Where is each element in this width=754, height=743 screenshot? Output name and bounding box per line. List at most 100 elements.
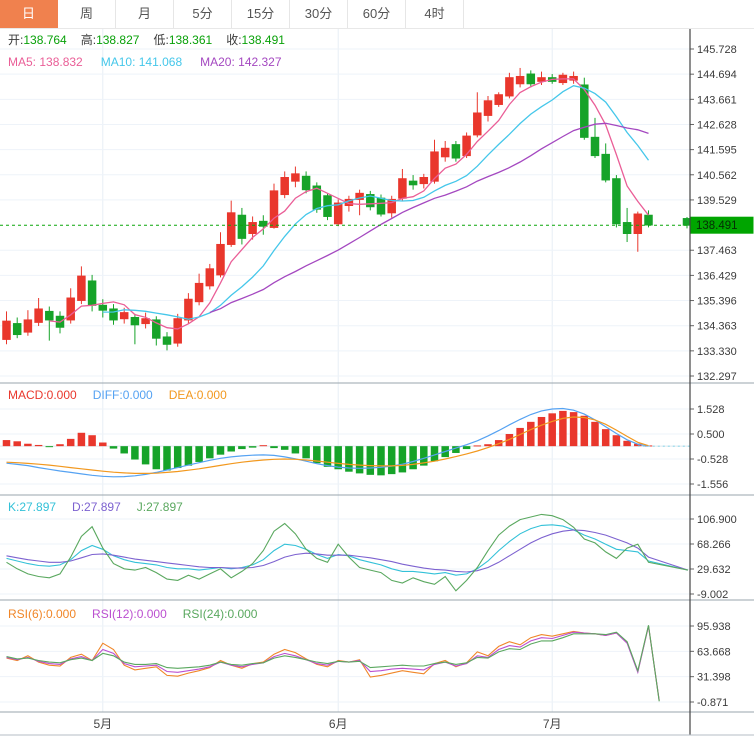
macd-hist-bar xyxy=(484,444,492,446)
macd-hist-bar xyxy=(548,413,556,446)
chart-canvas[interactable]: 145.728144.694143.661142.628141.595140.5… xyxy=(0,29,754,743)
indicator-line xyxy=(103,86,649,320)
candle[interactable] xyxy=(613,179,621,224)
tab-timeframe-5[interactable]: 30分 xyxy=(290,0,348,28)
candle[interactable] xyxy=(206,269,214,286)
axis-label: 137.463 xyxy=(697,245,737,257)
axis-label: 143.661 xyxy=(697,94,737,106)
tab-timeframe-2[interactable]: 月 xyxy=(116,0,174,28)
macd-hist-bar xyxy=(24,444,32,446)
candle[interactable] xyxy=(249,223,257,234)
candle[interactable] xyxy=(463,136,471,155)
macd-hist-bar xyxy=(463,446,471,449)
candle[interactable] xyxy=(506,78,514,96)
axis-label: 63.668 xyxy=(697,646,731,658)
macd-hist-bar xyxy=(388,446,396,474)
candle[interactable] xyxy=(163,337,171,344)
kdj-legend: K:27.897D:27.897J:27.897 xyxy=(8,500,183,514)
candle[interactable] xyxy=(110,309,118,320)
candle[interactable] xyxy=(238,215,246,238)
ma-legend: MA5: 138.832MA10: 141.068MA20: 142.327 xyxy=(8,55,282,69)
candle[interactable] xyxy=(474,113,482,135)
tab-timeframe-0[interactable]: 日 xyxy=(0,0,58,28)
tab-timeframe-1[interactable]: 周 xyxy=(58,0,116,28)
macd-hist-bar xyxy=(35,445,43,446)
month-label: 6月 xyxy=(329,717,348,731)
rsi-legend: RSI(6):0.000RSI(12):0.000RSI(24):0.000 xyxy=(8,607,258,621)
macd-hist-bar xyxy=(356,446,364,473)
candle[interactable] xyxy=(634,214,642,233)
axis-label: 139.529 xyxy=(697,195,737,207)
candle[interactable] xyxy=(516,76,524,83)
candle[interactable] xyxy=(409,181,417,185)
candle[interactable] xyxy=(527,74,535,84)
candle[interactable] xyxy=(13,324,21,335)
macd-hist-bar xyxy=(67,439,75,446)
axis-label: 144.694 xyxy=(697,69,737,81)
candle[interactable] xyxy=(270,191,278,228)
candle[interactable] xyxy=(377,198,385,214)
axis-label: 136.429 xyxy=(697,270,737,282)
macd-hist-bar xyxy=(153,446,161,469)
macd-hist-bar xyxy=(399,446,407,472)
candle[interactable] xyxy=(46,311,54,320)
candle[interactable] xyxy=(217,244,225,274)
candle[interactable] xyxy=(78,276,86,300)
tab-timeframe-4[interactable]: 15分 xyxy=(232,0,290,28)
macd-hist-bar xyxy=(581,416,589,446)
tab-timeframe-3[interactable]: 5分 xyxy=(174,0,232,28)
candle[interactable] xyxy=(227,213,235,245)
candle[interactable] xyxy=(99,305,107,310)
candle[interactable] xyxy=(174,319,182,343)
ohlc-legend: 开:138.764高:138.827低:138.361收:138.491 xyxy=(8,32,285,47)
candle[interactable] xyxy=(35,309,43,322)
tab-timeframe-6[interactable]: 60分 xyxy=(348,0,406,28)
macd-hist-bar xyxy=(249,446,257,447)
macd-hist-bar xyxy=(516,428,524,446)
candle[interactable] xyxy=(623,223,631,234)
candle[interactable] xyxy=(195,283,203,301)
candle[interactable] xyxy=(645,215,653,225)
macd-hist-bar xyxy=(110,446,118,448)
candle[interactable] xyxy=(441,148,449,157)
axis-label: 141.595 xyxy=(697,145,737,157)
candle[interactable] xyxy=(602,154,610,180)
trading-chart-app: 日周月5分15分30分60分4时 145.728 144.694 143.661 14… xyxy=(0,0,754,743)
axis-label: 145.728 xyxy=(697,44,737,56)
macd-hist-bar xyxy=(377,446,385,475)
axis-label: 29.632 xyxy=(697,564,731,576)
candle[interactable] xyxy=(591,137,599,155)
axis-label: 134.363 xyxy=(697,321,737,333)
axis-label: 0.500 xyxy=(697,429,725,441)
macd-hist-bar xyxy=(238,446,246,449)
macd-hist-bar xyxy=(174,446,182,468)
macd-hist-bar xyxy=(195,446,203,462)
axis-label: 133.330 xyxy=(697,346,737,358)
candle[interactable] xyxy=(88,281,96,305)
macd-hist-bar xyxy=(88,435,96,446)
candle[interactable] xyxy=(452,145,460,158)
candle[interactable] xyxy=(131,317,139,324)
axis-label: 142.628 xyxy=(697,119,737,131)
macd-hist-bar xyxy=(260,445,268,446)
month-label: 7月 xyxy=(543,717,562,731)
candle[interactable] xyxy=(185,299,193,320)
macd-hist-bar xyxy=(474,445,482,446)
axis-label: -0.871 xyxy=(697,697,728,709)
candle[interactable] xyxy=(334,203,342,224)
candle[interactable] xyxy=(484,101,492,116)
candle[interactable] xyxy=(281,178,289,195)
candle[interactable] xyxy=(399,179,407,198)
candle[interactable] xyxy=(3,321,11,339)
candle[interactable] xyxy=(142,319,150,324)
candle[interactable] xyxy=(495,95,503,105)
macd-hist-bar xyxy=(591,422,599,446)
candle[interactable] xyxy=(420,178,428,184)
candle[interactable] xyxy=(302,176,310,189)
macd-hist-bar xyxy=(163,446,171,470)
tab-timeframe-7[interactable]: 4时 xyxy=(406,0,464,28)
candle[interactable] xyxy=(120,313,128,319)
candle[interactable] xyxy=(24,320,32,332)
candle[interactable] xyxy=(292,174,300,181)
axis-label: 95.938 xyxy=(697,621,731,633)
